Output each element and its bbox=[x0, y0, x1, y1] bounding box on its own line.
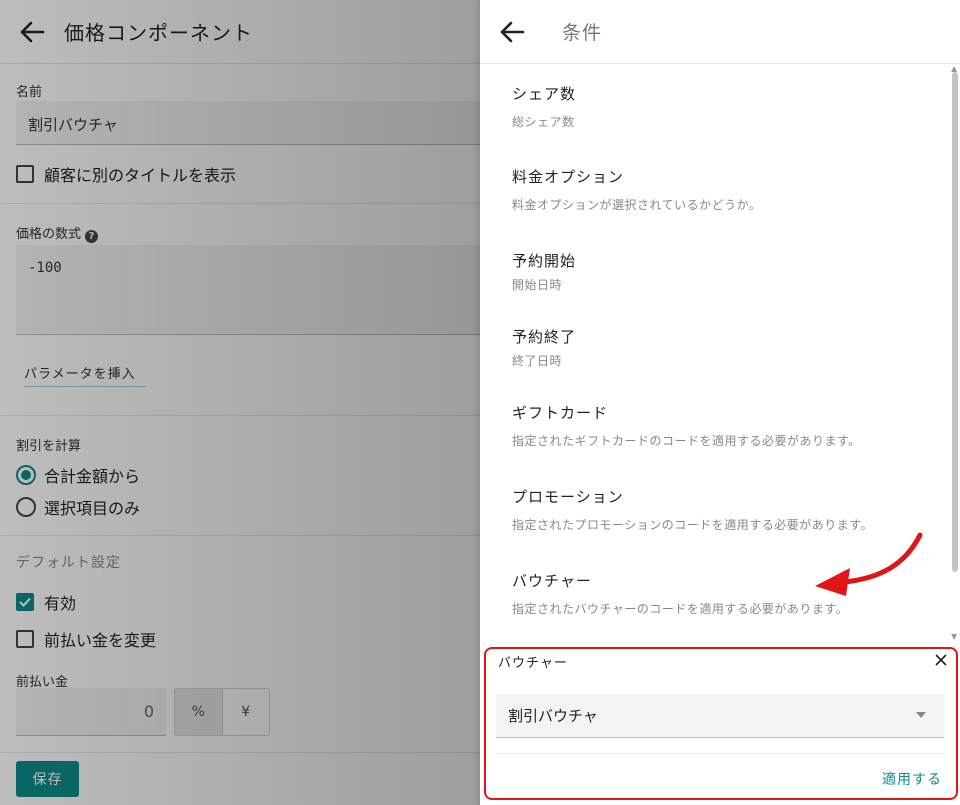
condition-item[interactable]: プロモーション 指定されたプロモーションのコードを適用する必要があります。 bbox=[512, 486, 873, 533]
drawer-title: 条件 bbox=[562, 22, 603, 44]
formula-field[interactable]: -100 bbox=[16, 245, 480, 335]
scroll-down-arrow[interactable]: ▼ bbox=[951, 632, 957, 641]
voucher-select-value: 割引バウチャ bbox=[508, 707, 598, 725]
scrollbar[interactable] bbox=[952, 72, 958, 572]
condition-title: 予約開始 bbox=[512, 252, 577, 270]
condition-title: バウチャー bbox=[512, 572, 592, 590]
condition-item[interactable]: 料金オプション 料金オプションが選択されているかどうか。 bbox=[512, 166, 761, 213]
discount-calc-label: 割引を計算 bbox=[16, 439, 82, 454]
radio-selected-only[interactable] bbox=[16, 497, 36, 517]
change-prepay-option[interactable]: 前払い金を変更 bbox=[16, 627, 156, 651]
back-arrow-icon[interactable] bbox=[18, 18, 46, 46]
condition-description: 終了日時 bbox=[512, 354, 563, 368]
discount-option-total[interactable]: 合計金額から bbox=[16, 463, 140, 487]
condition-title: ギフトカード bbox=[512, 404, 609, 422]
enabled-option[interactable]: 有効 bbox=[16, 590, 76, 614]
formula-label: 価格の数式? bbox=[16, 223, 99, 243]
radio-total[interactable] bbox=[16, 465, 36, 485]
divider bbox=[0, 415, 480, 416]
enabled-checkbox[interactable] bbox=[16, 593, 34, 611]
discount-option-label: 合計金額から bbox=[44, 467, 141, 486]
divider bbox=[0, 535, 480, 536]
insert-parameter-button[interactable]: パラメータを挿入 bbox=[24, 363, 146, 387]
back-arrow-icon[interactable] bbox=[498, 18, 526, 46]
voucher-panel-label: バウチャー bbox=[498, 656, 568, 671]
divider bbox=[0, 203, 480, 204]
page-header: 価格コンポーネント bbox=[0, 0, 480, 64]
divider bbox=[0, 752, 480, 753]
condition-description: 総シェア数 bbox=[512, 115, 575, 129]
condition-title: シェア数 bbox=[512, 85, 577, 103]
condition-title: 予約終了 bbox=[512, 328, 577, 346]
condition-title: 料金オプション bbox=[512, 168, 625, 186]
caret-down-icon bbox=[916, 712, 926, 718]
condition-item[interactable]: 予約開始 開始日時 bbox=[512, 250, 576, 293]
change-prepay-checkbox[interactable] bbox=[16, 630, 34, 648]
condition-title: プロモーション bbox=[512, 488, 624, 506]
apply-button[interactable]: 適用する bbox=[882, 769, 942, 789]
close-icon[interactable] bbox=[932, 651, 950, 669]
condition-description: 指定されたバウチャーのコードを適用する必要があります。 bbox=[512, 602, 849, 616]
condition-description: 料金オプションが選択されているかどうか。 bbox=[512, 198, 762, 212]
unit-yen-button[interactable]: ¥ bbox=[222, 689, 269, 735]
change-prepay-label: 前払い金を変更 bbox=[44, 631, 157, 650]
condition-description: 指定されたギフトカードのコードを適用する必要があります。 bbox=[512, 434, 861, 448]
drawer-header: 条件 bbox=[480, 0, 960, 64]
condition-item[interactable]: バウチャー 指定されたバウチャーのコードを適用する必要があります。 bbox=[512, 570, 848, 617]
discount-option-label: 選択項目のみ bbox=[44, 499, 141, 518]
condition-item[interactable]: ギフトカード 指定されたギフトカードのコードを適用する必要があります。 bbox=[512, 402, 861, 449]
help-icon[interactable]: ? bbox=[85, 230, 99, 243]
enabled-label: 有効 bbox=[44, 594, 77, 613]
show-other-title-option[interactable]: 顧客に別のタイトルを表示 bbox=[16, 162, 236, 186]
default-settings-label: デフォルト設定 bbox=[16, 555, 121, 571]
unit-toggle: % ¥ bbox=[174, 688, 270, 736]
annotation-arrow-icon bbox=[815, 532, 923, 596]
condition-item[interactable]: シェア数 総シェア数 bbox=[512, 83, 576, 130]
condition-description: 開始日時 bbox=[512, 278, 563, 292]
save-button[interactable]: 保存 bbox=[16, 761, 79, 797]
formula-label-text: 価格の数式 bbox=[16, 227, 82, 242]
show-other-title-label: 顧客に別のタイトルを表示 bbox=[44, 166, 237, 185]
unit-percent-button[interactable]: % bbox=[175, 689, 223, 735]
name-label: 名前 bbox=[16, 85, 43, 100]
price-component-page: 価格コンポーネント 名前 割引バウチャ 顧客に別のタイトルを表示 価格の数式? … bbox=[0, 0, 480, 805]
condition-item[interactable]: 予約終了 終了日時 bbox=[512, 326, 576, 369]
discount-option-selected-only[interactable]: 選択項目のみ bbox=[16, 495, 140, 519]
check-icon bbox=[19, 597, 31, 607]
voucher-select[interactable]: 割引バウチャ bbox=[496, 694, 944, 738]
page-title: 価格コンポーネント bbox=[64, 21, 253, 45]
name-field[interactable]: 割引バウチャ bbox=[16, 101, 480, 145]
prepay-input[interactable]: 0 bbox=[16, 688, 166, 736]
show-other-title-checkbox[interactable] bbox=[16, 165, 34, 183]
voucher-condition-panel: バウチャー 割引バウチャ 適用する bbox=[484, 647, 958, 800]
divider bbox=[496, 753, 944, 754]
